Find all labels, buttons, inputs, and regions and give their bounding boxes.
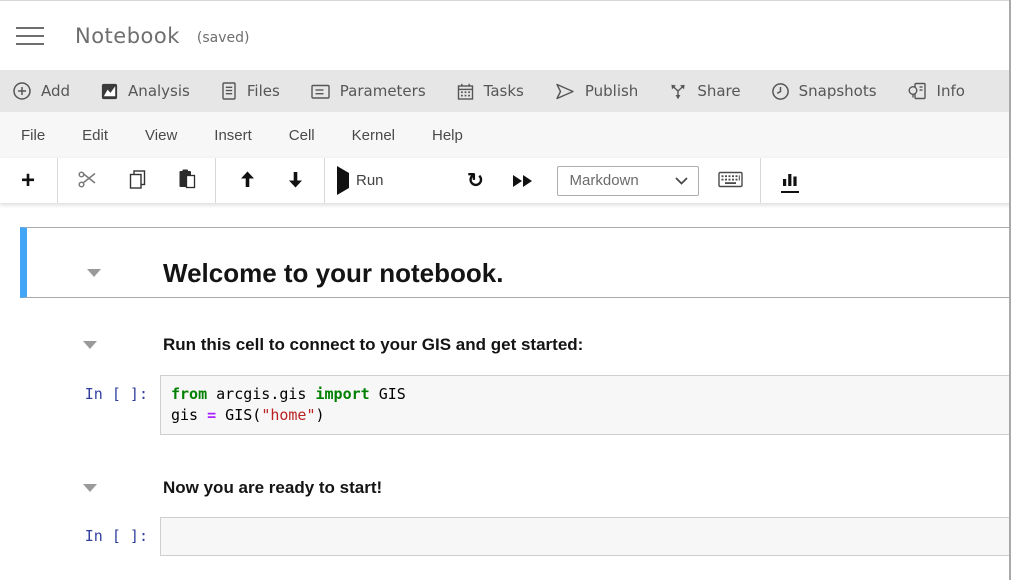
code-cell[interactable]: In [ ]: [20, 517, 1011, 556]
hamburger-menu-button[interactable] [16, 21, 44, 51]
add-icon [12, 81, 32, 101]
code-editor[interactable]: from arcgis.gis import GIS gis = GIS("ho… [160, 375, 1011, 435]
app-tool-label: Files [247, 82, 280, 100]
app-tool-analysis[interactable]: Analysis [100, 82, 190, 101]
app-tool-label: Tasks [484, 82, 524, 100]
arrow-down-icon [288, 171, 303, 191]
restart-kernel-button[interactable]: ↻ [462, 158, 490, 203]
markdown-cell[interactable]: Now you are ready to start! [20, 477, 1011, 499]
menu-help[interactable]: Help [432, 127, 463, 144]
add-cell-button[interactable]: + [14, 158, 42, 203]
paste-icon [178, 169, 196, 192]
plus-icon: + [21, 169, 35, 193]
code-content [171, 526, 1000, 547]
copy-cell-button[interactable] [123, 158, 151, 203]
move-cell-down-button[interactable] [281, 158, 309, 203]
selected-markdown-cell[interactable]: Welcome to your notebook. [20, 227, 1011, 298]
share-icon [668, 81, 688, 101]
restart-icon: ↻ [467, 171, 484, 191]
notebook-menu-bar: File Edit View Insert Cell Kernel Help [0, 112, 1011, 158]
app-tool-label: Info [937, 82, 965, 100]
run-button-label: Run [356, 172, 384, 189]
app-tool-tasks[interactable]: Tasks [456, 82, 524, 101]
interrupt-kernel-button[interactable] [414, 158, 442, 203]
menu-kernel[interactable]: Kernel [352, 127, 395, 144]
input-prompt: In [ ]: [20, 517, 160, 556]
markdown-content: Now you are ready to start! [160, 477, 382, 499]
files-icon [220, 81, 238, 101]
arcgis-notebook-app: Notebook (saved) Add Analysis Files Paramet… [0, 1, 1011, 556]
arrow-up-icon [240, 171, 255, 191]
markdown-content: Welcome to your notebook. [160, 259, 503, 287]
menu-cell[interactable]: Cell [289, 127, 315, 144]
play-icon [337, 173, 349, 188]
cell-type-select[interactable]: Markdown [557, 166, 699, 196]
app-tool-label: Share [697, 82, 740, 100]
menu-view[interactable]: View [145, 127, 177, 144]
toolbar-separator [324, 158, 325, 203]
cut-cell-button[interactable] [73, 158, 101, 203]
fast-forward-icon [513, 175, 532, 187]
toolbar-separator [57, 158, 58, 203]
markdown-heading: Welcome to your notebook. [163, 259, 503, 287]
publish-icon [554, 82, 576, 101]
restart-run-all-button[interactable] [509, 158, 537, 203]
code-editor[interactable] [160, 517, 1011, 556]
app-tool-add[interactable]: Add [12, 81, 70, 101]
parameters-icon [310, 82, 331, 101]
toolbar-separator [215, 158, 216, 203]
collapse-arrow-icon[interactable] [83, 341, 97, 349]
toolbar-separator [760, 158, 761, 203]
app-tool-label: Publish [585, 82, 638, 100]
app-tool-info[interactable]: Info [907, 81, 965, 101]
app-tool-publish[interactable]: Publish [554, 82, 638, 101]
app-header: Notebook (saved) [0, 1, 1011, 70]
keyboard-icon [718, 171, 743, 191]
page-title: Notebook [75, 24, 180, 48]
markdown-content: Run this cell to connect to your GIS and… [160, 334, 583, 356]
collapse-arrow-icon[interactable] [87, 269, 101, 277]
bar-chart-icon [781, 172, 799, 189]
app-tool-files[interactable]: Files [220, 81, 280, 101]
menu-file[interactable]: File [21, 127, 45, 144]
app-tool-share[interactable]: Share [668, 81, 740, 101]
cell-prompt-area [27, 269, 160, 277]
app-tool-label: Analysis [128, 82, 190, 100]
scissors-icon [78, 171, 97, 191]
notebook-toolbar: + Run ↻ Markdown [0, 158, 1011, 203]
app-tool-label: Snapshots [799, 82, 877, 100]
app-tool-parameters[interactable]: Parameters [310, 82, 426, 101]
save-status: (saved) [197, 30, 250, 46]
info-icon [907, 81, 928, 101]
run-button[interactable]: Run [337, 158, 384, 203]
paste-cell-button[interactable] [173, 158, 201, 203]
copy-icon [128, 169, 147, 192]
markdown-cell[interactable]: Run this cell to connect to your GIS and… [20, 334, 1011, 356]
cell-prompt-area [20, 334, 160, 356]
markdown-heading: Run this cell to connect to your GIS and… [163, 334, 583, 356]
app-tool-label: Parameters [340, 82, 426, 100]
code-content: from arcgis.gis import GIS gis = GIS("ho… [171, 384, 1000, 426]
app-tool-label: Add [41, 82, 70, 100]
hamburger-icon [16, 27, 44, 29]
cell-prompt-area [20, 477, 160, 499]
app-tool-snapshots[interactable]: Snapshots [771, 82, 877, 101]
snapshots-icon [771, 82, 790, 101]
menu-edit[interactable]: Edit [82, 127, 108, 144]
chevron-down-icon [675, 172, 688, 190]
cell-type-value: Markdown [570, 172, 639, 189]
input-prompt: In [ ]: [20, 375, 160, 435]
code-cell[interactable]: In [ ]: from arcgis.gis import GIS gis = … [20, 375, 1011, 435]
app-toolbar: Add Analysis Files Parameters Tasks Publish Sh… [0, 70, 1011, 112]
move-cell-up-button[interactable] [233, 158, 261, 203]
menu-insert[interactable]: Insert [214, 127, 252, 144]
analysis-icon [100, 82, 119, 101]
command-palette-button[interactable] [717, 158, 745, 203]
markdown-heading: Now you are ready to start! [163, 477, 382, 499]
tasks-icon [456, 82, 475, 101]
cell-toolbar-button[interactable] [776, 158, 804, 203]
collapse-arrow-icon[interactable] [83, 484, 97, 492]
notebook-cells: Welcome to your notebook. Run this cell t… [0, 203, 1011, 556]
